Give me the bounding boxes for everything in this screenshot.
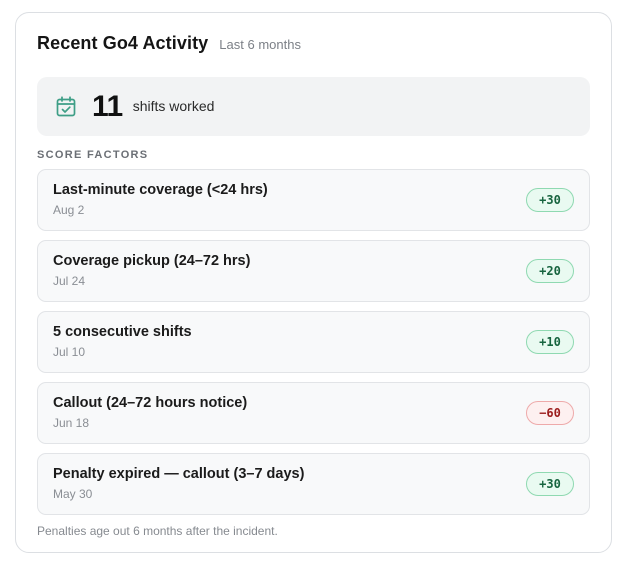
factor-name: Coverage pickup (24–72 hrs) — [53, 252, 251, 269]
factor-date: Jul 10 — [53, 344, 86, 359]
calendar-check-icon — [55, 96, 77, 118]
section-label-score-factors: SCORE FACTORS — [37, 149, 149, 161]
shifts-summary: 11 shifts worked — [37, 77, 590, 136]
points-badge: −60 — [526, 401, 574, 425]
score-factor-item: 5 consecutive shifts Jul 10 +10 — [37, 311, 590, 373]
points-badge: +20 — [526, 259, 574, 283]
factor-name: Last-minute coverage (<24 hrs) — [53, 181, 268, 198]
score-factors-list: Last-minute coverage (<24 hrs) Aug 2 +30… — [37, 169, 590, 515]
shifts-count: 11 — [92, 89, 123, 123]
factor-date: May 30 — [53, 486, 93, 501]
factor-name: 5 consecutive shifts — [53, 323, 192, 340]
points-badge: +10 — [526, 330, 574, 354]
recent-activity-card: Recent Go4 Activity Last 6 months 11 shi… — [15, 12, 612, 553]
points-badge: +30 — [526, 188, 574, 212]
factor-date: Aug 2 — [53, 202, 85, 217]
shifts-count-label: shifts worked — [132, 97, 215, 114]
factor-date: Jun 18 — [53, 415, 90, 430]
factor-name: Callout (24–72 hours notice) — [53, 394, 248, 411]
score-factor-item: Callout (24–72 hours notice) Jun 18 −60 — [37, 382, 590, 444]
score-factor-item: Last-minute coverage (<24 hrs) Aug 2 +30 — [37, 169, 590, 231]
card-subtitle: Last 6 months — [219, 37, 301, 52]
card-header: Recent Go4 Activity Last 6 months — [37, 33, 590, 55]
factor-name: Penalty expired — callout (3–7 days) — [53, 465, 305, 482]
score-factor-item: Coverage pickup (24–72 hrs) Jul 24 +20 — [37, 240, 590, 302]
factor-date: Jul 24 — [53, 273, 86, 288]
score-factor-item: Penalty expired — callout (3–7 days) May… — [37, 453, 590, 515]
points-badge: +30 — [526, 472, 574, 496]
footnote: Penalties age out 6 months after the inc… — [37, 524, 278, 538]
card-title: Recent Go4 Activity — [37, 33, 209, 53]
